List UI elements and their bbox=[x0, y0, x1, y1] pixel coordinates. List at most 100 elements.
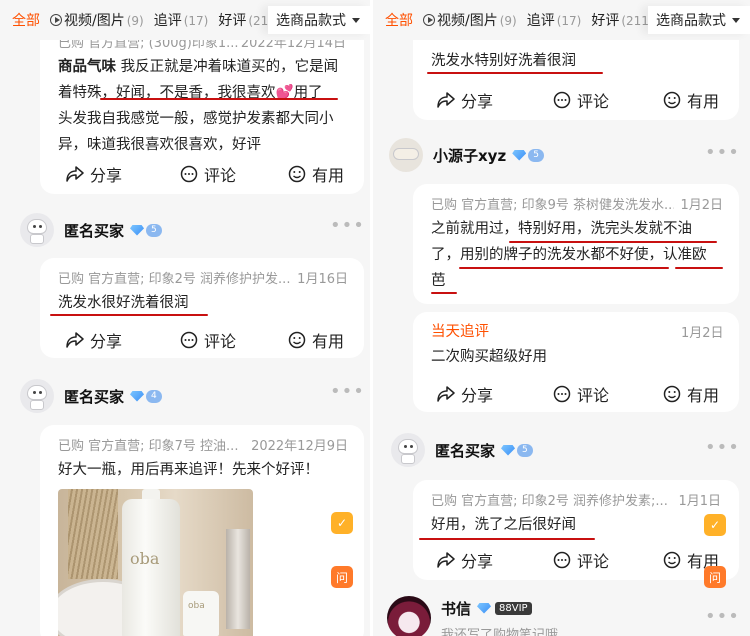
favorite-float-button[interactable]: ✓ bbox=[331, 512, 353, 534]
tab-media-count: (9) bbox=[499, 14, 517, 28]
avatar[interactable] bbox=[20, 379, 54, 413]
reviewer-header: 匿名买家 5 bbox=[391, 433, 533, 467]
comment-button[interactable]: 评论 bbox=[180, 162, 236, 186]
filter-tabs: 全部 视频/图片 (9) 追评 (17) 好评 (211 选商品款式 bbox=[373, 0, 750, 40]
share-icon bbox=[437, 92, 455, 108]
purchase-meta: 已购 官方直营; 印象7号 控油... 2022年12月9日 bbox=[58, 435, 348, 454]
review-text-line: 洗发水很好洗着很润 bbox=[58, 295, 189, 311]
useful-button[interactable]: 有用 bbox=[288, 162, 344, 186]
play-icon bbox=[50, 14, 62, 26]
tab-media[interactable]: 视频/图片 (9) bbox=[423, 10, 517, 30]
review-text-line: 了，用别的牌子的洗发水都不好使，认准欧 bbox=[431, 247, 707, 263]
review-text: 好大一瓶，用后再来追评！先来个好评！ bbox=[58, 457, 319, 483]
comment-label: 评论 bbox=[204, 166, 237, 185]
review-card: 已购 官方直营; 印象2号 润养修护发素;... 1月1日 好用，洗了之后很好闻… bbox=[413, 480, 739, 580]
share-icon bbox=[437, 552, 455, 568]
check-icon: ✓ bbox=[336, 516, 348, 530]
vip-level: 4 bbox=[146, 389, 162, 403]
review-card: 已购 官方直营; (300g)印象1... 2022年12月14日 商品气味 我… bbox=[40, 24, 364, 194]
comment-icon bbox=[180, 331, 198, 349]
purchase-meta-text: 已购 官方直营; 印象2号 润养修护护发... bbox=[58, 272, 291, 287]
share-button[interactable]: 分享 bbox=[437, 382, 493, 406]
useful-label: 有用 bbox=[312, 166, 345, 185]
review-text-line: 我反正就是冲着味道买的，它是闻 bbox=[116, 59, 339, 75]
ask-float-button[interactable]: 问 bbox=[331, 566, 353, 588]
tab-good[interactable]: 好评 (211 bbox=[591, 10, 649, 30]
ask-float-button[interactable]: 问 bbox=[704, 566, 726, 588]
share-button[interactable]: 分享 bbox=[66, 162, 122, 186]
reviewer-name[interactable]: 书信 bbox=[441, 598, 471, 619]
check-icon: ✓ bbox=[709, 518, 721, 532]
useful-button[interactable]: 有用 bbox=[288, 328, 344, 352]
highlight-underline bbox=[431, 292, 457, 294]
share-icon bbox=[66, 166, 84, 182]
tab-all[interactable]: 全部 bbox=[385, 10, 413, 30]
tab-followup[interactable]: 追评 (17) bbox=[154, 10, 209, 30]
style-select-dropdown[interactable]: 选商品款式 bbox=[648, 6, 750, 34]
reviewer-header: 匿名买家 4 bbox=[20, 379, 162, 413]
useful-button[interactable]: 有用 bbox=[663, 88, 719, 112]
tab-media-count: (9) bbox=[126, 14, 144, 28]
followup-date: 1月2日 bbox=[681, 326, 724, 341]
tab-media[interactable]: 视频/图片 (9) bbox=[50, 10, 144, 30]
followup-card: 当天追评 1月2日 二次购买超级好用 分享 评论 有用 bbox=[413, 312, 739, 412]
review-text: 洗发水很好洗着很润 bbox=[58, 290, 189, 316]
vip-88-badge: 88VIP bbox=[495, 601, 532, 615]
review-text-line: 好用，洗了之后很好闻 bbox=[431, 517, 576, 533]
avatar[interactable] bbox=[389, 138, 423, 172]
tab-good-label: 好评 bbox=[218, 13, 247, 29]
comment-button[interactable]: 评论 bbox=[553, 88, 609, 112]
style-select-dropdown[interactable]: 选商品款式 bbox=[268, 6, 370, 34]
highlight-underline bbox=[675, 267, 723, 269]
tab-all[interactable]: 全部 bbox=[12, 10, 40, 30]
avatar[interactable] bbox=[387, 596, 431, 636]
review-text-line: 二次购买超级好用 bbox=[431, 349, 547, 365]
review-photo[interactable]: oba oba bbox=[58, 489, 253, 636]
share-icon bbox=[437, 386, 455, 402]
reviewer-header: 小源子xyz 5 bbox=[389, 138, 544, 172]
avatar[interactable] bbox=[391, 433, 425, 467]
purchase-meta: 已购 官方直营; 印象9号 茶树健发洗发水... 1月2日 bbox=[431, 194, 723, 213]
share-button[interactable]: 分享 bbox=[437, 88, 493, 112]
reviewer-header: 匿名买家 5 bbox=[20, 213, 162, 247]
avatar[interactable] bbox=[20, 213, 54, 247]
vip-level: 5 bbox=[528, 148, 544, 162]
favorite-float-button[interactable]: ✓ bbox=[704, 514, 726, 536]
reviewer-name[interactable]: 匿名买家 bbox=[64, 386, 124, 407]
more-options-icon[interactable]: ••• bbox=[705, 606, 740, 627]
review-text: 商品气味 我反正就是冲着味道买的，它是闻 着特殊，好闻，不是香，我很喜欢💕用了 … bbox=[58, 54, 358, 158]
share-button[interactable]: 分享 bbox=[437, 548, 493, 572]
comment-button[interactable]: 评论 bbox=[180, 328, 236, 352]
more-options-icon[interactable]: ••• bbox=[330, 381, 365, 402]
more-options-icon[interactable]: ••• bbox=[705, 142, 740, 163]
vip-level-badge: 4 bbox=[130, 389, 162, 403]
reviewer-name[interactable]: 匿名买家 bbox=[435, 440, 495, 461]
review-date: 1月16日 bbox=[297, 272, 348, 287]
vip-level-badge: 5 bbox=[501, 443, 533, 457]
small-bottle-brand-label: oba bbox=[188, 601, 205, 611]
useful-button[interactable]: 有用 bbox=[663, 382, 719, 406]
share-label: 分享 bbox=[461, 386, 494, 405]
review-text-line: 之前就用过，特别好用，洗完头发就不油 bbox=[431, 221, 692, 237]
shopping-note-preview[interactable]: 我还写了购物笔记哦 bbox=[441, 624, 558, 636]
faucet-shape bbox=[226, 529, 250, 629]
comment-icon bbox=[553, 551, 571, 569]
useful-label: 有用 bbox=[312, 332, 345, 351]
tab-followup-label: 追评 bbox=[153, 13, 182, 29]
comment-button[interactable]: 评论 bbox=[553, 382, 609, 406]
reviewer-name[interactable]: 匿名买家 bbox=[64, 220, 124, 241]
useful-label: 有用 bbox=[687, 386, 720, 405]
purchase-meta: 已购 官方直营; 印象2号 润养修护发素;... 1月1日 bbox=[431, 490, 721, 509]
tab-media-label: 视频/图片 bbox=[437, 13, 498, 29]
more-options-icon[interactable]: ••• bbox=[705, 437, 740, 458]
tab-followup[interactable]: 追评 (17) bbox=[527, 10, 582, 30]
more-options-icon[interactable]: ••• bbox=[330, 215, 365, 236]
review-date: 1月1日 bbox=[672, 490, 721, 509]
share-icon bbox=[66, 332, 84, 348]
highlight-underline bbox=[509, 241, 717, 243]
reviewer-name[interactable]: 小源子xyz bbox=[433, 145, 506, 166]
comment-label: 评论 bbox=[577, 552, 610, 571]
comment-button[interactable]: 评论 bbox=[553, 548, 609, 572]
review-card: 已购 官方直营; 印象2号 润养修护护发... 1月16日 洗发水很好洗着很润 … bbox=[40, 258, 364, 358]
share-button[interactable]: 分享 bbox=[66, 328, 122, 352]
